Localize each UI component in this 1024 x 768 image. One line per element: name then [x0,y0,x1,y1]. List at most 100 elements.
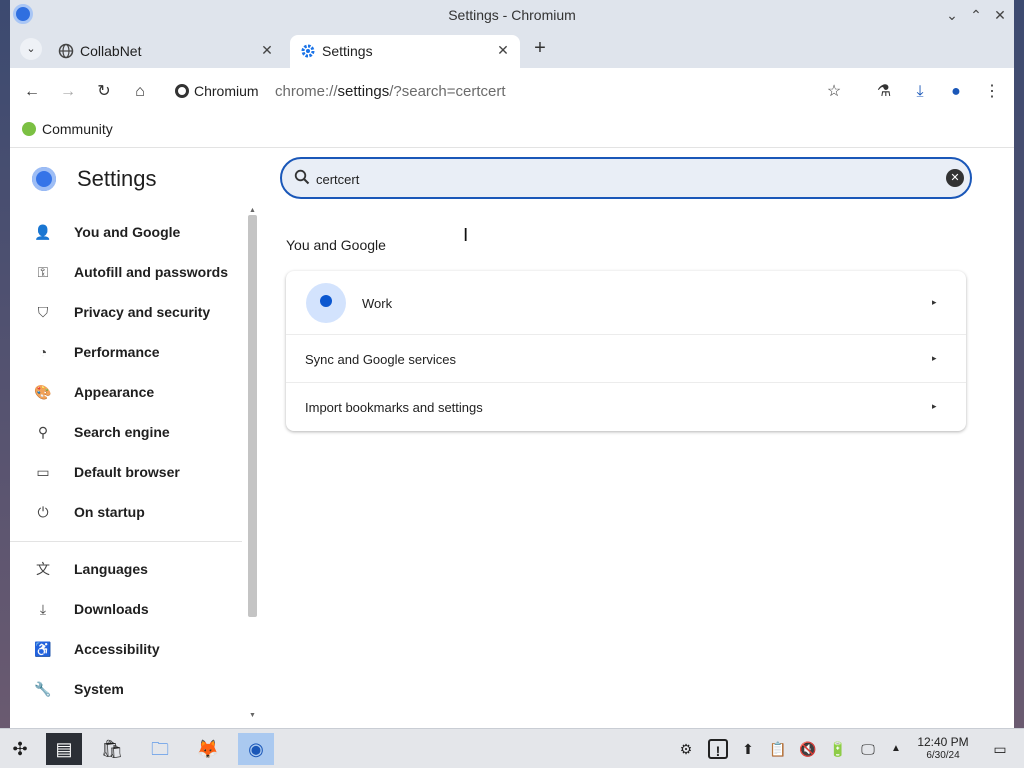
shield-icon: ⛉ [37,304,49,320]
clock-time: 12:40 PM [917,735,969,749]
row-label: Work [362,296,393,311]
sidebar-item-accessibility[interactable]: ♿ Accessibility [10,630,246,668]
row-sync-and-google-services[interactable]: Sync and Google services ▸ [286,335,966,383]
back-button[interactable]: ← [20,80,44,104]
palette-icon: 🎨 [34,384,52,400]
search-icon: ⚲ [37,424,49,440]
display-icon[interactable]: 🖵 [858,739,878,759]
bookmark-star-icon[interactable]: ☆ [822,80,846,104]
clock[interactable]: 12:40 PM 6/30/24 [912,736,974,762]
taskbar: ✣ ▤ 🛍 🗀 🦊 ◉ ⚙ ! ⬆ 📋 🔇 🔋 🖵 ▲ 12:40 PM 6/3… [0,728,1024,768]
new-tab-button[interactable]: + [530,38,550,59]
network-settings-icon[interactable]: ⚙ [676,739,696,759]
scrollbar-thumb[interactable] [248,215,257,617]
sidebar-item-privacy[interactable]: ⛉ Privacy and security [10,293,246,331]
window-title: Settings - Chromium [448,7,576,23]
desktop-wallpaper-right [1014,0,1024,728]
title-bar: Settings - Chromium ⌄ ⌃ ✕ [10,0,1014,30]
row-label: Import bookmarks and settings [305,400,483,415]
battery-icon[interactable]: 🔋 [828,739,848,759]
sidebar-item-languages[interactable]: 文 Languages [10,550,246,588]
sidebar-item-performance[interactable]: ◔ Performance [10,333,246,371]
clear-search-icon[interactable]: ✕ [946,169,964,187]
scroll-down-arrow-icon[interactable]: ▼ [248,712,257,720]
sidebar-item-autofill[interactable]: ⚿ Autofill and passwords [10,253,246,291]
tab-collabnet[interactable]: CollabNet ✕ [48,35,284,68]
notification-icon[interactable]: ! [708,739,728,759]
address-bar[interactable]: Chromium chrome://settings/?search=certc… [165,76,815,108]
chromium-logo-icon [32,167,56,191]
text-cursor-icon: I [463,225,469,246]
sidebar-item-appearance[interactable]: 🎨 Appearance [10,373,246,411]
site-chip-label: Chromium [194,83,259,99]
row-label: Sync and Google services [305,352,457,367]
bookmark-community[interactable]: Community [22,121,113,137]
tab-search-button[interactable]: ⌄ [20,38,42,60]
clipboard-icon[interactable]: 📋 [768,739,788,759]
application-launcher-icon[interactable]: ✣ [2,733,38,765]
tab-settings[interactable]: Settings ✕ [290,35,520,68]
row-import-bookmarks[interactable]: Import bookmarks and settings ▸ [286,383,966,431]
power-icon: ⏻ [37,504,49,520]
maximize-button[interactable]: ⌃ [966,5,986,25]
sidebar-scrollbar[interactable]: ▲ ▼ [246,207,258,728]
minimize-button[interactable]: ⌄ [942,5,962,25]
tab-bar: ⌄ CollabNet ✕ Settings ✕ + [10,30,1014,68]
arrow-right-icon: ▸ [932,297,937,307]
tray-expand-icon[interactable]: ▲ [886,739,906,759]
tab-label: Settings [322,43,373,59]
settings-search-box[interactable]: ✕ [280,157,972,199]
sidebar-item-on-startup[interactable]: ⏻ On startup [10,493,246,531]
avatar [306,283,346,323]
community-favicon-icon [22,122,36,136]
browser-menu-icon[interactable]: ⋮ [980,80,1004,104]
volume-muted-icon[interactable]: 🔇 [798,739,818,759]
translate-icon: 文 [36,561,50,577]
search-icon [294,169,310,185]
globe-icon [58,43,74,59]
scroll-up-arrow-icon[interactable]: ▲ [248,207,257,215]
row-work[interactable]: Work ▸ [286,271,966,335]
section-title: You and Google [286,237,386,253]
bookmarks-bar: Community [10,114,1014,148]
sidebar-item-you-and-google[interactable]: 👤 You and Google [10,213,246,251]
browser-icon: ▭ [36,464,50,480]
sidebar-item-downloads[interactable]: ⤓ Downloads [10,590,246,628]
file-manager-icon[interactable]: 🗀 [142,733,178,765]
download-icon[interactable]: ⤓ [908,80,932,104]
sidebar-item-default-browser[interactable]: ▭ Default browser [10,453,246,491]
profile-avatar-icon[interactable]: ● [944,80,968,104]
browser-toolbar: ← → ↻ ⌂ Chromium chrome://settings/?sear… [10,68,1014,114]
close-window-button[interactable]: ✕ [990,5,1010,25]
labs-flask-icon[interactable]: ⚗ [872,80,896,104]
gear-icon [301,44,315,58]
chromium-icon[interactable]: ◉ [238,733,274,765]
desktop-wallpaper-left [0,0,10,728]
arrow-right-icon: ▸ [932,401,937,411]
chromium-icon [175,84,189,98]
wrench-icon: 🔧 [34,681,52,697]
store-icon[interactable]: 🛍 [94,733,130,765]
sidebar-item-search-engine[interactable]: ⚲ Search engine [10,413,246,451]
speedometer-icon: ◔ [38,344,48,360]
search-input[interactable] [316,169,916,189]
accessibility-icon: ♿ [34,641,52,657]
you-and-google-card: Work ▸ Sync and Google services ▸ Import… [286,271,966,431]
forward-button[interactable]: → [56,80,80,104]
url-text[interactable]: chrome://settings/?search=certcert [275,83,506,100]
bookmark-label: Community [42,121,113,137]
firefox-icon[interactable]: 🦊 [190,733,226,765]
settings-page: Settings ✕ 👤You and Google ⚿Autofill and… [10,149,1014,728]
settings-sidebar: 👤 You and Google ⚿ Autofill and passwords … [10,207,260,728]
close-tab-icon[interactable]: ✕ [494,41,512,59]
close-tab-icon[interactable]: ✕ [258,41,276,59]
updates-icon[interactable]: ⬆ [738,739,758,759]
show-desktop-icon[interactable]: ▭ [990,739,1010,759]
reload-button[interactable]: ↻ [92,80,116,104]
person-icon: 👤 [34,224,52,240]
home-button[interactable]: ⌂ [128,80,152,104]
terminal-icon[interactable]: ▤ [46,733,82,765]
clock-date: 6/30/24 [926,750,960,761]
site-info-chip[interactable]: Chromium [175,83,259,99]
sidebar-item-system[interactable]: 🔧 System [10,670,246,708]
